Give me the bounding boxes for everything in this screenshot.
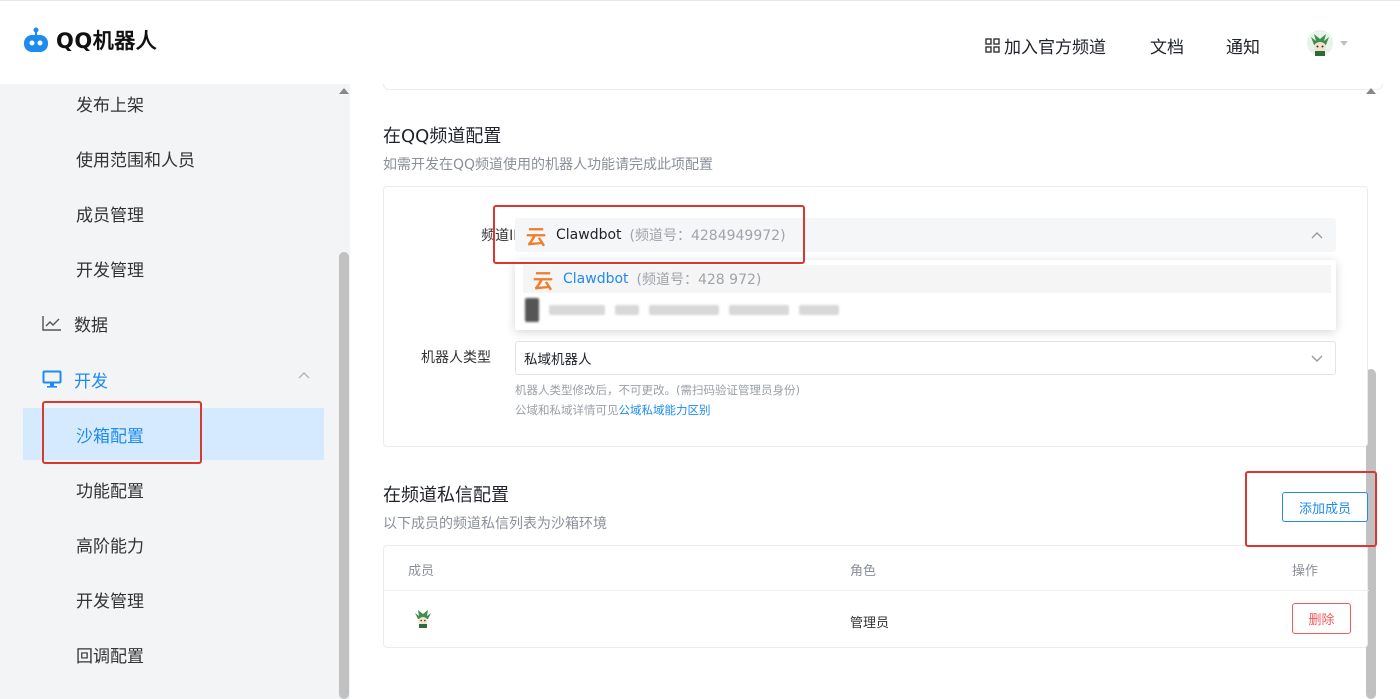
docs-link[interactable]: 文档 <box>1150 33 1184 58</box>
member-role: 管理员 <box>850 616 890 631</box>
channel-cloud-icon: 云 <box>526 224 546 249</box>
sidebar-item-publish[interactable]: 发布上架 <box>0 77 324 129</box>
logo-text: QQ机器人 <box>56 29 158 53</box>
channel-cloud-icon: 云 <box>533 268 553 293</box>
redacted-block <box>549 305 605 315</box>
channel-config-description: 如需开发在QQ频道使用的机器人功能请完成此项配置 <box>383 157 714 173</box>
column-header-member: 成员 <box>408 564 435 579</box>
sidebar-item-label: 开发 <box>74 371 108 392</box>
join-channel-label: 加入官方频道 <box>1004 38 1106 58</box>
hint-prefix: 公域和私域详情可见 <box>515 403 619 417</box>
sidebar-item-label: 高阶能力 <box>76 536 144 557</box>
sidebar-item-data[interactable]: 数据 <box>0 297 324 349</box>
sidebar-item-sandbox-config[interactable]: 沙箱配置 <box>23 408 324 460</box>
sidebar-item-label: 沙箱配置 <box>76 426 144 447</box>
redacted-block <box>649 305 719 315</box>
user-menu[interactable] <box>1306 29 1348 57</box>
main-scroll-up-arrow[interactable] <box>1366 88 1376 94</box>
notifications-link[interactable]: 通知 <box>1226 33 1260 58</box>
robot-type-value: 私域机器人 <box>524 352 592 368</box>
channel-dropdown-menu: 云 Clawdbot (频道号：428 972) <box>515 260 1336 330</box>
join-official-channel-link[interactable]: 加入官方频道 <box>985 33 1106 58</box>
caret-down-icon <box>1340 40 1348 46</box>
line-chart-icon <box>42 316 61 331</box>
robot-type-label: 机器人类型 <box>421 350 491 366</box>
redacted-block <box>615 305 639 315</box>
sidebar-item-callback-config[interactable]: 回调配置 <box>0 628 324 680</box>
chevron-down-icon <box>1311 355 1323 362</box>
monitor-icon <box>42 370 62 388</box>
redacted-block <box>525 298 539 322</box>
main-content: 在QQ频道配置 如需开发在QQ频道使用的机器人功能请完成此项配置 频道ID 云 … <box>350 84 1400 699</box>
add-member-button[interactable]: 添加成员 <box>1282 492 1368 522</box>
column-header-action: 操作 <box>1292 564 1319 579</box>
sidebar-item-dev-management-top[interactable]: 开发管理 <box>0 242 324 294</box>
sidebar-item-label: 发布上架 <box>76 95 144 116</box>
top-header: QQ机器人 加入官方频道 文档 通知 <box>0 0 1400 84</box>
sidebar-item-usage-scope[interactable]: 使用范围和人员 <box>0 132 324 184</box>
sidebar-item-label: 成员管理 <box>76 205 144 226</box>
chevron-up-icon <box>1311 232 1323 239</box>
dm-config-title: 在频道私信配置 <box>383 485 509 506</box>
sidebar-item-label: 开发管理 <box>76 591 144 612</box>
sidebar-item-label: 数据 <box>74 315 108 336</box>
sidebar-item-feature-config[interactable]: 功能配置 <box>0 463 324 515</box>
channel-id-select[interactable]: 云 Clawdbot (频道号：4284949972) <box>515 218 1336 252</box>
sidebar-item-member-management[interactable]: 成员管理 <box>0 187 324 239</box>
channel-id-label: 频道ID <box>481 228 524 244</box>
member-avatar <box>415 610 431 628</box>
selected-channel-number: (频道号：4284949972) <box>629 228 786 244</box>
dropdown-option-clawdbot[interactable]: 云 Clawdbot (频道号：428 972) <box>523 265 1331 293</box>
robot-type-hint-2: 公域和私域详情可见公域私域能力区别 <box>515 402 711 418</box>
sidebar-item-advanced[interactable]: 高阶能力 <box>0 518 324 570</box>
robot-type-select[interactable]: 私域机器人 <box>515 341 1336 375</box>
robot-logo-icon <box>24 27 48 52</box>
dropdown-option-number: (频道号：428 972) <box>636 272 762 288</box>
sidebar-item-label: 使用范围和人员 <box>76 150 195 171</box>
sidebar-item-label: 回调配置 <box>76 646 144 667</box>
sidebar-item-label: 功能配置 <box>76 481 144 502</box>
sidebar-scroll-up-arrow[interactable] <box>339 88 349 94</box>
sidebar: 发布上架 使用范围和人员 成员管理 开发管理 数据 开发 沙箱配置 功能配置 高… <box>0 84 350 699</box>
sidebar-item-dev-management[interactable]: 开发管理 <box>0 573 324 625</box>
public-private-diff-link[interactable]: 公域私域能力区别 <box>619 403 711 417</box>
chevron-up-icon <box>298 372 310 379</box>
table-header-divider <box>384 590 1369 591</box>
dm-member-table: 成员 角色 操作 管理员 删除 <box>383 545 1369 648</box>
selected-channel-name: Clawdbot <box>556 227 622 243</box>
delete-member-button[interactable]: 删除 <box>1292 603 1351 634</box>
grid-icon <box>985 38 1000 53</box>
sidebar-scrollbar[interactable] <box>339 252 349 699</box>
logo[interactable]: QQ机器人 <box>22 25 157 55</box>
robot-type-hint: 机器人类型修改后，不可更改。(需扫码验证管理员身份) <box>515 383 800 397</box>
sidebar-item-label: 开发管理 <box>76 260 144 281</box>
dm-config-description: 以下成员的频道私信列表为沙箱环境 <box>383 516 607 532</box>
dropdown-option-redacted[interactable] <box>525 297 839 323</box>
previous-card-edge <box>383 84 1383 90</box>
redacted-block <box>729 305 789 315</box>
dropdown-option-name: Clawdbot <box>563 271 629 287</box>
column-header-role: 角色 <box>850 564 877 579</box>
avatar <box>1307 30 1333 56</box>
sidebar-item-develop[interactable]: 开发 <box>0 353 324 405</box>
redacted-block <box>799 305 839 315</box>
channel-config-title: 在QQ频道配置 <box>383 126 502 147</box>
